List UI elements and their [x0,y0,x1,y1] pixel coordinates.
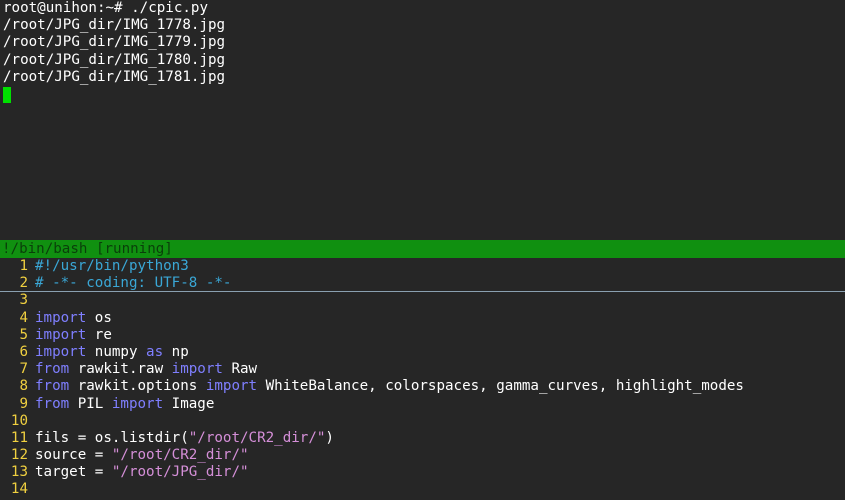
code-token: rawkit.options [69,378,206,395]
string-token: "/root/CR2_dir/" [111,447,249,464]
code-line[interactable]: 2 # -*- coding: UTF-8 -*- [0,275,845,293]
terminal-line: /root/JPG_dir/IMG_1781.jpg [3,68,226,85]
terminal-line: /root/JPG_dir/IMG_1779.jpg [3,34,226,51]
code-line[interactable]: 12 source = "/root/CR2_dir/" [0,447,845,464]
code-token: os [86,309,112,326]
code-line[interactable]: 1 #!/usr/bin/python3 [0,258,845,275]
keyword-token: import [171,361,223,378]
code-line[interactable]: 3 [0,292,845,309]
code-token: WhiteBalance, colorspaces, gamma_curves,… [257,378,744,395]
code-line[interactable]: 5 import re [0,327,845,344]
code-line[interactable]: 11 fils = os.listdir("/root/CR2_dir/") [0,430,845,447]
line-number: 4 [19,309,28,326]
keyword-token: from [35,361,70,378]
line-number: 11 [10,429,28,446]
terminal-line: root@unihon:~# ./cpic.py [3,0,208,16]
line-number: 10 [10,412,28,429]
string-token: "/root/JPG_dir/" [111,464,249,481]
code-line[interactable]: 14 [0,481,845,498]
line-number: 12 [10,447,28,464]
line-number: 1 [19,258,28,274]
code-token: source = [35,447,112,464]
line-number: 14 [10,481,28,498]
line-number: 9 [19,395,28,412]
line-number: 7 [19,361,28,378]
code-token: target = [35,464,112,481]
terminal-pane[interactable]: root@unihon:~# ./cpic.py /root/JPG_dir/I… [0,0,845,240]
terminal-cursor [3,86,11,103]
line-number: 6 [19,343,28,360]
line-number: 8 [19,378,28,395]
code-line[interactable]: 6 import numpy as np [0,344,845,361]
code-token: Image [163,395,215,412]
line-number: 3 [19,292,28,309]
keyword-token: as [146,343,164,360]
code-line[interactable]: 10 [0,413,845,430]
terminal-status-bar: !/bin/bash [running] [0,240,845,258]
terminal-prompt-line[interactable] [0,86,845,103]
code-editor[interactable]: 1 #!/usr/bin/python3 2 # -*- coding: UTF-8 … [0,258,845,500]
keyword-token: from [35,395,70,412]
code-token: numpy [86,343,147,360]
code-line[interactable]: 7 from rawkit.raw import Raw [0,361,845,378]
code-token: re [86,326,112,343]
string-token: "/root/CR2_dir/" [188,429,326,446]
code-token: PIL [69,395,112,412]
code-token: ) [325,429,334,446]
code-token: rawkit.raw [69,361,172,378]
keyword-token: import [35,326,87,343]
code-token: Raw [222,361,258,378]
keyword-token: from [35,378,70,395]
code-line[interactable]: 8 from rawkit.options import WhiteBalance… [0,378,845,395]
line-number: 5 [19,326,28,343]
keyword-token: import [111,395,164,412]
code-token: np [163,343,189,360]
code-token: fils = os.listdir( [35,429,189,446]
keyword-token: import [35,343,87,360]
line-number: 2 [19,275,28,292]
line-number: 13 [10,464,28,481]
code-line[interactable]: 4 import os [0,310,845,327]
comment-token: # -*- coding: UTF-8 -*- [35,275,232,292]
keyword-token: import [35,309,87,326]
terminal-line: /root/JPG_dir/IMG_1778.jpg [3,17,226,34]
keyword-token: import [205,378,258,395]
comment-token: #!/usr/bin/python3 [35,258,189,274]
terminal-line: /root/JPG_dir/IMG_1780.jpg [3,51,226,68]
code-line[interactable]: 13 target = "/root/JPG_dir/" [0,464,845,481]
code-line[interactable]: 9 from PIL import Image [0,396,845,413]
